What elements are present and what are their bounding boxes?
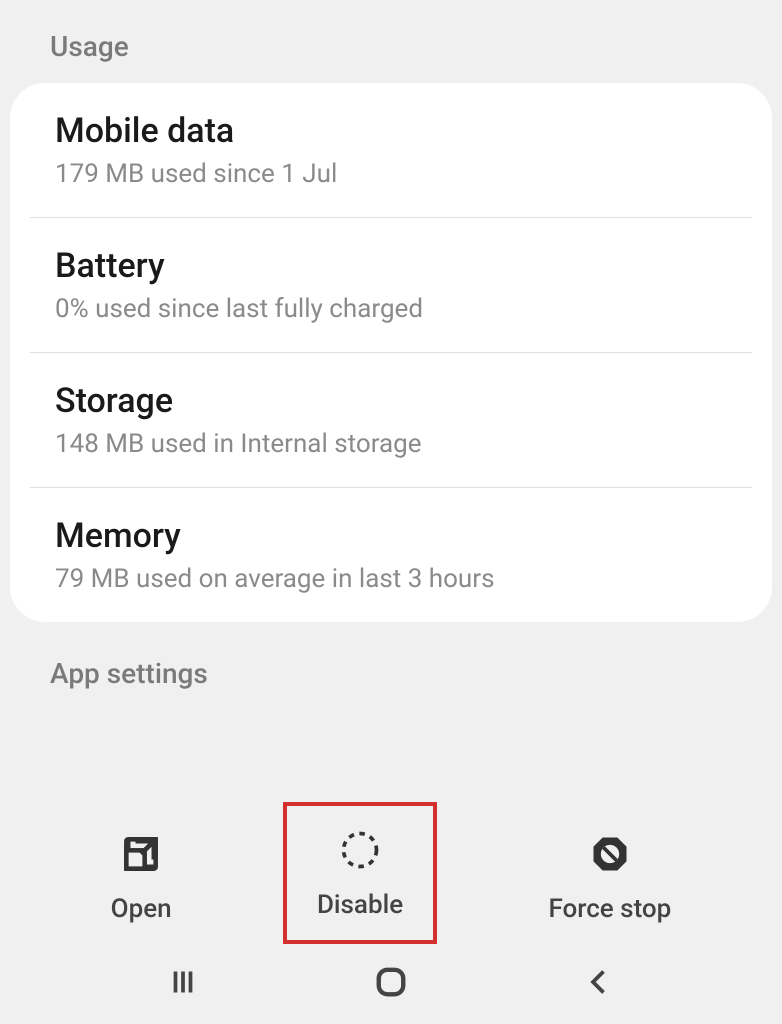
mobile-data-item[interactable]: Mobile data 179 MB used since 1 Jul bbox=[10, 83, 772, 217]
bottom-actions: Open Disable Force stop bbox=[0, 802, 782, 944]
mobile-data-title: Mobile data bbox=[55, 111, 727, 151]
force-stop-label: Force stop bbox=[548, 894, 671, 924]
disable-label: Disable bbox=[317, 890, 403, 920]
battery-item[interactable]: Battery 0% used since last fully charged bbox=[10, 218, 772, 352]
back-button[interactable] bbox=[541, 949, 657, 1019]
open-icon bbox=[117, 830, 165, 878]
home-button[interactable] bbox=[330, 946, 452, 1022]
recent-apps-button[interactable] bbox=[125, 949, 241, 1019]
force-stop-button[interactable]: Force stop bbox=[518, 810, 701, 944]
disable-button[interactable]: Disable bbox=[283, 802, 437, 944]
memory-item[interactable]: Memory 79 MB used on average in last 3 h… bbox=[10, 488, 772, 622]
usage-card: Mobile data 179 MB used since 1 Jul Batt… bbox=[10, 83, 772, 622]
usage-section-header: Usage bbox=[0, 0, 782, 83]
memory-subtitle: 79 MB used on average in last 3 hours bbox=[55, 564, 727, 594]
navigation-bar bbox=[0, 944, 782, 1024]
storage-item[interactable]: Storage 148 MB used in Internal storage bbox=[10, 353, 772, 487]
battery-title: Battery bbox=[55, 246, 727, 286]
disable-icon bbox=[336, 826, 384, 874]
memory-title: Memory bbox=[55, 516, 727, 556]
storage-title: Storage bbox=[55, 381, 727, 421]
app-settings-section-header: App settings bbox=[0, 622, 782, 690]
open-button[interactable]: Open bbox=[81, 810, 202, 944]
mobile-data-subtitle: 179 MB used since 1 Jul bbox=[55, 159, 727, 189]
battery-subtitle: 0% used since last fully charged bbox=[55, 294, 727, 324]
force-stop-icon bbox=[586, 830, 634, 878]
open-label: Open bbox=[111, 894, 172, 924]
storage-subtitle: 148 MB used in Internal storage bbox=[55, 429, 727, 459]
